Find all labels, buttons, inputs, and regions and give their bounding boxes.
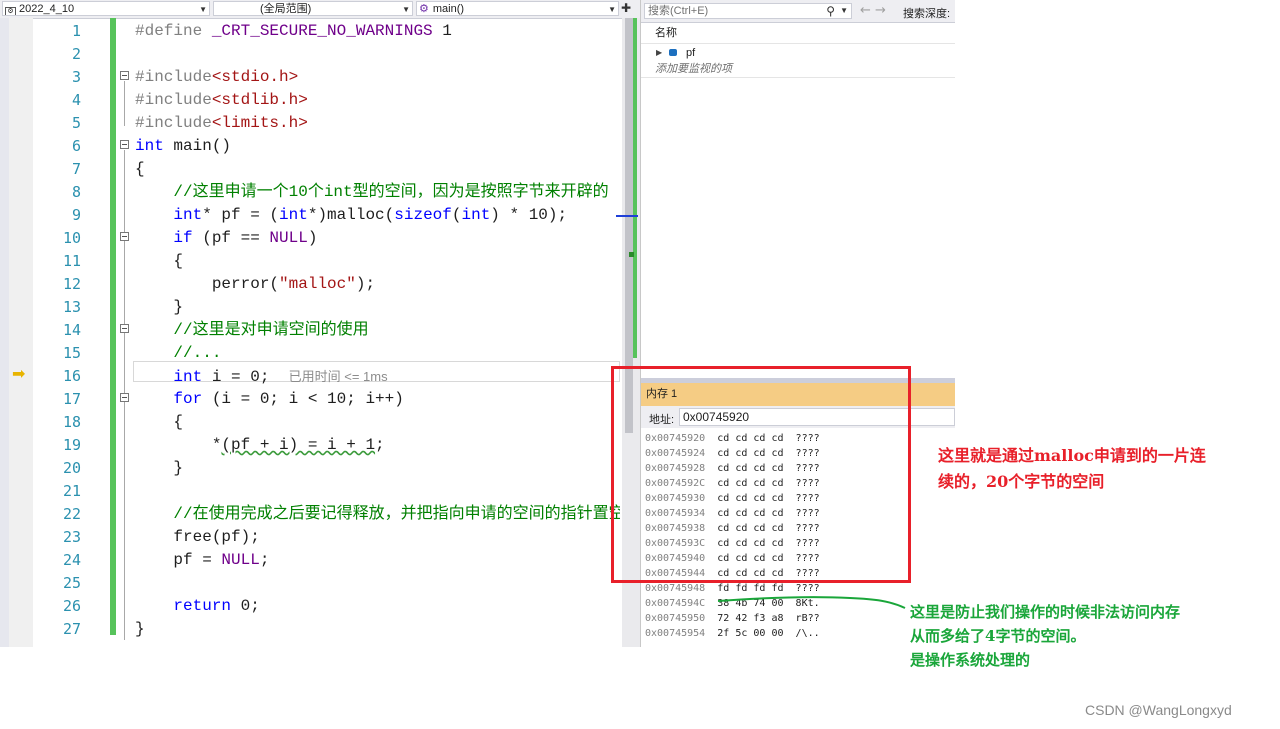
line-number: 6 [71, 137, 81, 155]
code-line: int main() [135, 137, 232, 155]
line-number: 27 [62, 620, 81, 638]
code-text-area[interactable]: #define _CRT_SECURE_NO_WARNINGS 1 #inclu… [116, 18, 620, 647]
line-number: 3 [71, 68, 81, 86]
line-number: 12 [62, 275, 81, 293]
code-line: } [135, 459, 184, 477]
line-number: 25 [62, 574, 81, 592]
code-line: if (pf == NULL) [173, 229, 318, 247]
fold-guide [124, 81, 125, 126]
line-number: 16 [62, 367, 81, 385]
green-annotation-note: 这里是防止我们操作的时候非法访问内存 从而多给了4字节的空间。 是操作系统处理的 [910, 603, 1181, 669]
code-line: int* pf = (int*)malloc(sizeof(int) * 10)… [173, 206, 568, 224]
code-line: #include<stdio.h> [135, 68, 299, 86]
line-number: 8 [71, 183, 81, 201]
code-line: #include<limits.h> [135, 114, 308, 132]
chevron-down-icon: ▼ [402, 5, 410, 14]
scrollbar-marker [629, 252, 634, 257]
green-underline-stroke [717, 596, 906, 609]
add-watch-row[interactable]: 添加要监视的项 [641, 61, 955, 78]
project-dropdown[interactable]: ⚙ 2022_4_10 ▼ [2, 1, 210, 16]
red-annotation-note: 这里就是通过malloc申请到的一片连 续的，20个字节的空间 [938, 446, 1206, 491]
code-line: *(pf + i) = i + 1; [135, 436, 385, 454]
glyph-margin[interactable] [9, 18, 33, 647]
code-line: return 0; [173, 597, 260, 615]
code-line: #define _CRT_SECURE_NO_WARNINGS 1 [135, 22, 452, 40]
chevron-down-icon: ▼ [608, 5, 616, 14]
project-icon: ⚙ [5, 7, 16, 15]
code-line: free(pf); [135, 528, 260, 546]
collapse-icon[interactable] [120, 140, 129, 149]
search-input[interactable]: 搜索(Ctrl+E) ⚲ ▼ [644, 3, 852, 19]
line-number: 2 [71, 45, 81, 63]
line-number: 7 [71, 160, 81, 178]
code-line: int i = 0; 已用时间 <= 1ms [173, 368, 388, 386]
search-depth-label: 搜索深度: [903, 8, 951, 20]
line-number: 24 [62, 551, 81, 569]
navigation-bar: ⚙ 2022_4_10 ▼ (全局范围) ▼ ⚙ main() ▼ ✚ [0, 0, 640, 19]
line-number: 13 [62, 298, 81, 316]
line-numbers: 1 2 3 4 5 6 7 8 9 10 11 12 13 14 15 16 1… [33, 18, 109, 647]
line-number: 14 [62, 321, 81, 339]
chevron-down-icon: ▼ [199, 5, 207, 14]
collapse-icon[interactable] [120, 393, 129, 402]
watch-search-bar: 搜索(Ctrl+E) ⚲ ▼ ← → 搜索深度: [641, 0, 955, 23]
code-line: perror("malloc"); [135, 275, 376, 293]
chevron-down-icon[interactable]: ▼ [840, 4, 848, 18]
split-icon[interactable]: ✚ [621, 1, 631, 15]
code-line: #include<stdlib.h> [135, 91, 308, 109]
line-number: 1 [71, 22, 81, 40]
scrollbar-position-marker [616, 215, 638, 217]
scope-dropdown[interactable]: (全局范围) ▼ [213, 1, 413, 16]
line-number: 4 [71, 91, 81, 109]
variable-icon [669, 49, 677, 56]
code-line: { [135, 252, 184, 270]
code-line: //这里申请一个10个int型的空间，因为是按照字节来开辟的 [135, 183, 609, 201]
code-line: { [135, 160, 145, 178]
scrollbar-change-marker [633, 18, 637, 358]
code-line: //在使用完成之后要记得释放，并把指向申请的空间的指针置空 [135, 505, 620, 523]
line-number: 22 [62, 505, 81, 523]
collapse-icon[interactable] [120, 324, 129, 333]
red-highlight-box [611, 366, 911, 583]
line-number: 21 [62, 482, 81, 500]
back-arrow-icon[interactable]: ← [860, 3, 871, 18]
forward-arrow-icon[interactable]: → [875, 3, 886, 18]
line-number: 23 [62, 528, 81, 546]
current-statement-arrow-icon: ➡ [12, 364, 26, 383]
line-number: 15 [62, 344, 81, 362]
line-number: 5 [71, 114, 81, 132]
line-number: 10 [62, 229, 81, 247]
memory-row: 0x00745954 2f 5c 00 00 /\.. [645, 628, 820, 639]
code-line: pf = NULL; [135, 551, 270, 569]
line-number: 20 [62, 459, 81, 477]
code-line: //这里是对申请空间的使用 [135, 321, 369, 339]
code-line: for (i = 0; i < 10; i++) [173, 390, 404, 408]
elapsed-time-hint: 已用时间 <= 1ms [288, 369, 388, 384]
left-margin [0, 18, 9, 647]
watermark-text: CSDN @WangLongxyd [1085, 702, 1232, 718]
code-line: } [135, 620, 145, 638]
function-icon: ⚙ [419, 3, 429, 15]
search-nav-buttons: ← → [860, 3, 886, 18]
line-number: 17 [62, 390, 81, 408]
code-editor: ⚙ 2022_4_10 ▼ (全局范围) ▼ ⚙ main() ▼ ✚ ➡ 1 2 3 4… [0, 0, 641, 647]
code-line: { [135, 413, 184, 431]
search-icon[interactable]: ⚲ [826, 4, 835, 18]
code-line: //... [135, 344, 222, 362]
code-line: } [135, 298, 184, 316]
line-number: 9 [71, 206, 81, 224]
memory-row: 0x00745950 72 42 f3 a8 rB?? [645, 613, 820, 624]
line-number: 19 [62, 436, 81, 454]
function-dropdown[interactable]: ⚙ main() ▼ [416, 1, 619, 16]
column-header-name[interactable]: 名称 [641, 24, 955, 44]
line-number: 11 [62, 252, 81, 270]
expand-icon[interactable]: ▶ [656, 45, 662, 61]
line-number: 26 [62, 597, 81, 615]
collapse-icon[interactable] [120, 232, 129, 241]
watch-window: 搜索(Ctrl+E) ⚲ ▼ ← → 搜索深度: 名称 ▶ pf 添加要监视的项 [641, 0, 955, 378]
line-number: 18 [62, 413, 81, 431]
collapse-icon[interactable] [120, 71, 129, 80]
watch-row[interactable]: ▶ pf [641, 45, 955, 61]
